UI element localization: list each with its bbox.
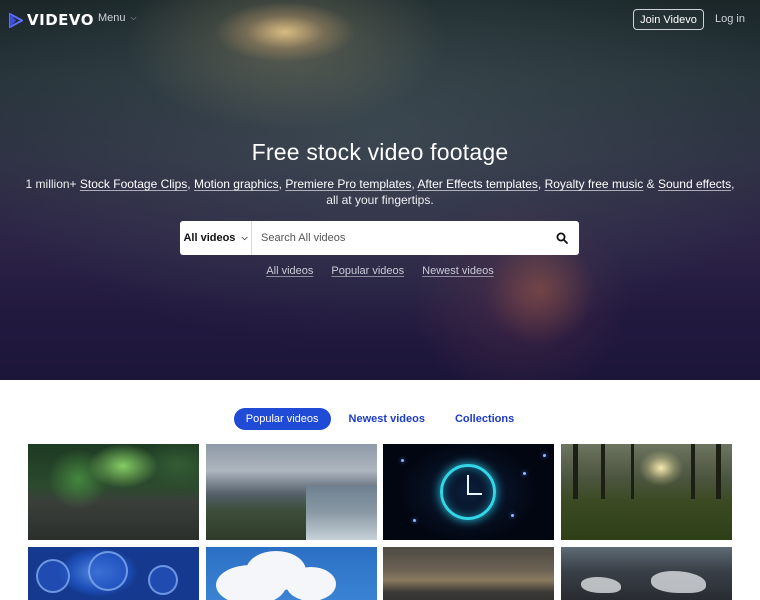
play-logo-icon — [9, 12, 23, 28]
link-premiere-templates[interactable]: Premiere Pro templates — [285, 177, 411, 191]
link-after-effects-templates[interactable]: After Effects templates — [417, 177, 538, 191]
thumbnail-detail — [88, 551, 128, 591]
star-icon — [523, 472, 526, 475]
search-type-select[interactable]: All videos ⌵ — [180, 221, 252, 255]
quick-link-newest-videos[interactable]: Newest videos — [422, 265, 494, 277]
tab-newest-videos[interactable]: Newest videos — [337, 408, 437, 430]
quick-link-all-videos[interactable]: All videos — [266, 265, 313, 277]
brand-logo[interactable]: VIDEVO — [9, 11, 94, 29]
thumbnail-detail — [651, 571, 706, 593]
separator: , — [187, 177, 194, 191]
thumbnail-detail — [601, 444, 605, 499]
thumbnail-detail — [691, 444, 695, 499]
thumbnail-detail — [573, 444, 578, 499]
video-thumbnail[interactable] — [28, 444, 199, 540]
quick-link-popular-videos[interactable]: Popular videos — [331, 265, 404, 277]
login-link[interactable]: Log in — [715, 13, 745, 25]
chevron-down-icon: ⌵ — [130, 13, 137, 22]
thumbnail-detail — [581, 577, 621, 593]
thumbnail-detail — [286, 567, 336, 600]
clock-icon — [440, 464, 496, 520]
join-button[interactable]: Join Videvo — [633, 9, 704, 30]
thumbnail-detail — [631, 444, 634, 499]
hero-section: VIDEVO Menu ⌵ Join Videvo Log in Free st… — [0, 0, 760, 380]
hero-subtitle: 1 million+ Stock Footage Clips, Motion g… — [18, 176, 742, 208]
star-icon — [413, 519, 416, 522]
video-thumbnail[interactable] — [28, 547, 199, 600]
menu-label: Menu — [98, 12, 126, 24]
search-button[interactable] — [545, 221, 579, 255]
thumbnail-detail — [148, 565, 178, 595]
search-input[interactable] — [252, 221, 545, 255]
search-bar: All videos ⌵ — [180, 221, 579, 255]
video-thumbnail[interactable] — [206, 547, 377, 600]
separator: , — [731, 177, 735, 191]
search-type-label: All videos — [183, 232, 236, 244]
chevron-down-icon: ⌵ — [241, 233, 248, 242]
top-navbar: VIDEVO Menu ⌵ Join Videvo Log in — [0, 0, 760, 38]
thumbnail-detail — [306, 486, 377, 540]
star-icon — [401, 459, 404, 462]
video-thumbnail[interactable] — [561, 444, 732, 540]
subtitle-prefix: 1 million+ — [25, 177, 80, 191]
video-thumbnail[interactable] — [383, 444, 554, 540]
video-thumbnail[interactable] — [561, 547, 732, 600]
video-thumbnail[interactable] — [206, 444, 377, 540]
thumbnail-detail — [36, 559, 70, 593]
link-royalty-free-music[interactable]: Royalty free music — [545, 177, 644, 191]
subtitle-suffix: all at your fingertips. — [326, 193, 434, 207]
search-icon — [556, 232, 568, 244]
thumbnail-detail — [716, 444, 721, 499]
tab-collections[interactable]: Collections — [443, 408, 526, 430]
video-thumbnail[interactable] — [383, 547, 554, 600]
menu-dropdown[interactable]: Menu ⌵ — [98, 12, 137, 24]
separator: & — [643, 177, 658, 191]
video-tabs: Popular videos Newest videos Collections — [0, 408, 760, 430]
link-stock-footage[interactable]: Stock Footage Clips — [80, 177, 187, 191]
separator: , — [537, 177, 545, 191]
quick-links: All videos Popular videos Newest videos — [0, 265, 760, 277]
tab-popular-videos[interactable]: Popular videos — [233, 408, 331, 430]
link-motion-graphics[interactable]: Motion graphics — [194, 177, 279, 191]
star-icon — [543, 454, 546, 457]
link-sound-effects[interactable]: Sound effects — [658, 177, 731, 191]
star-icon — [511, 514, 514, 517]
brand-name: VIDEVO — [27, 11, 94, 29]
hero-title: Free stock video footage — [251, 139, 509, 165]
